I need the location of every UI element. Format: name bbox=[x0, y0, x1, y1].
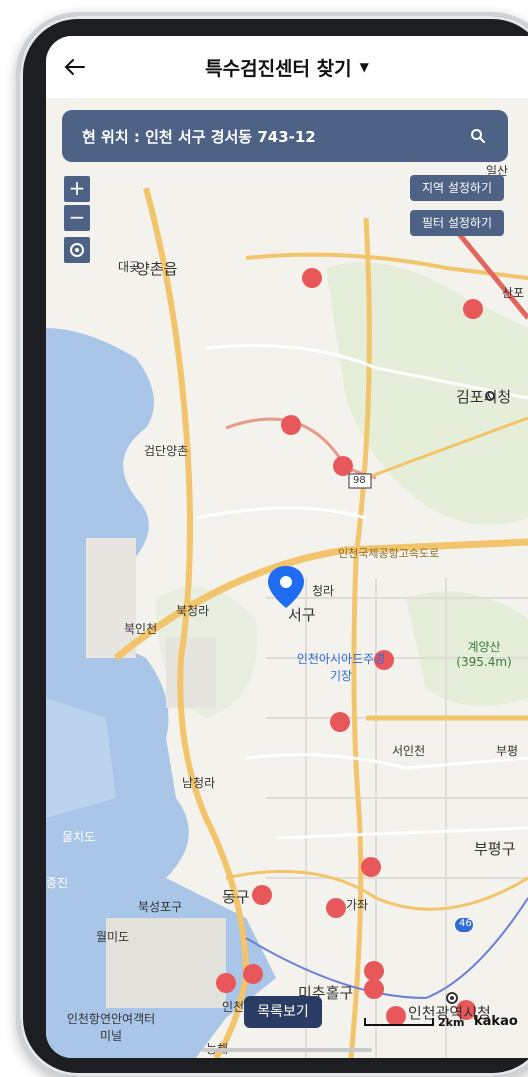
app-header: 특수검진센터 찾기 ▼ bbox=[46, 36, 528, 98]
map-zoom-controls: + − bbox=[64, 176, 90, 266]
list-view-button[interactable]: 목록보기 bbox=[244, 996, 322, 1028]
map-scale-label: 2km bbox=[438, 1016, 465, 1029]
map-label-bukcheongna: 북청라 bbox=[176, 604, 210, 618]
map-label-gajwa: 가좌 bbox=[346, 898, 369, 912]
kakao-logo: kakao bbox=[474, 1014, 518, 1029]
map-label-cheongna: 청라 bbox=[312, 584, 335, 598]
map-label-geomdan: 검단양촌 bbox=[144, 444, 189, 458]
map-label-mulchido: 물치도 bbox=[62, 830, 96, 844]
map-label-gimpo-city-hall: 김포시청 bbox=[456, 388, 512, 406]
map-scale-bar bbox=[364, 1018, 434, 1026]
map-label-asiad: 인천아시아드주경기장 bbox=[296, 652, 386, 683]
current-location-text: 현 위치 : 인천 서구 경서동 743-12 bbox=[82, 127, 316, 146]
chevron-down-icon: ▼ bbox=[359, 60, 369, 74]
route-46-label: 46 bbox=[459, 918, 472, 929]
title-dropdown[interactable]: 특수검진센터 찾기 ▼ bbox=[205, 54, 369, 81]
locate-me-button[interactable] bbox=[64, 237, 90, 263]
filter-setting-button[interactable]: 필터 설정하기 bbox=[409, 210, 504, 236]
map-label-bupyeonggu: 부평구 bbox=[474, 840, 516, 858]
target-icon bbox=[70, 243, 84, 257]
map-label-gimpo-sanup: 산포 bbox=[502, 286, 525, 300]
map-label-seoincheon: 서인천 bbox=[392, 744, 426, 758]
map-label-namcheongna: 남청라 bbox=[182, 776, 216, 790]
map-label-incheon: 인천 bbox=[222, 1000, 245, 1014]
map-label-wolmido: 월미도 bbox=[96, 930, 130, 944]
location-search-bar[interactable]: 현 위치 : 인천 서구 경서동 743-12 bbox=[62, 110, 508, 162]
map-label-airport-expressway: 인천국제공항고속도로 bbox=[338, 547, 440, 560]
map-view[interactable]: 대곶 양촌읍 김포시청 검단양촌 98 인천국제공항고속도로 청라 북청라 북인… bbox=[46, 98, 528, 1058]
map-label-jongjin: 종진 bbox=[46, 876, 69, 890]
app-screen: 특수검진센터 찾기 ▼ 대곶 양촌읍 김포시청 검단양촌 98 인천국제공항고속… bbox=[46, 36, 528, 1058]
map-label-bukincheon: 북인천 bbox=[124, 622, 158, 636]
current-location-label: 서구 bbox=[288, 606, 316, 624]
zoom-in-button[interactable]: + bbox=[64, 176, 90, 202]
region-setting-button[interactable]: 지역 설정하기 bbox=[409, 175, 504, 201]
back-arrow-icon[interactable] bbox=[60, 52, 90, 82]
search-icon[interactable] bbox=[470, 128, 486, 144]
page-title: 특수검진센터 찾기 bbox=[205, 57, 352, 80]
map-label-incheon-port: 인천항연안여객터미널 bbox=[66, 1012, 156, 1043]
zoom-out-button[interactable]: − bbox=[64, 205, 90, 231]
route-98-label: 98 bbox=[353, 475, 366, 486]
home-indicator bbox=[202, 1048, 372, 1052]
map-label-yangchon: 양촌읍 bbox=[136, 260, 178, 278]
map-label-buksungpo: 북성포구 bbox=[138, 900, 183, 914]
map-label-donggu: 동구 bbox=[222, 888, 250, 906]
map-canvas bbox=[46, 98, 528, 1058]
map-label-gyeyangsan: 계양산(395.4m) bbox=[456, 640, 512, 669]
map-label-bupyeong-ic: 부평 bbox=[496, 744, 519, 758]
